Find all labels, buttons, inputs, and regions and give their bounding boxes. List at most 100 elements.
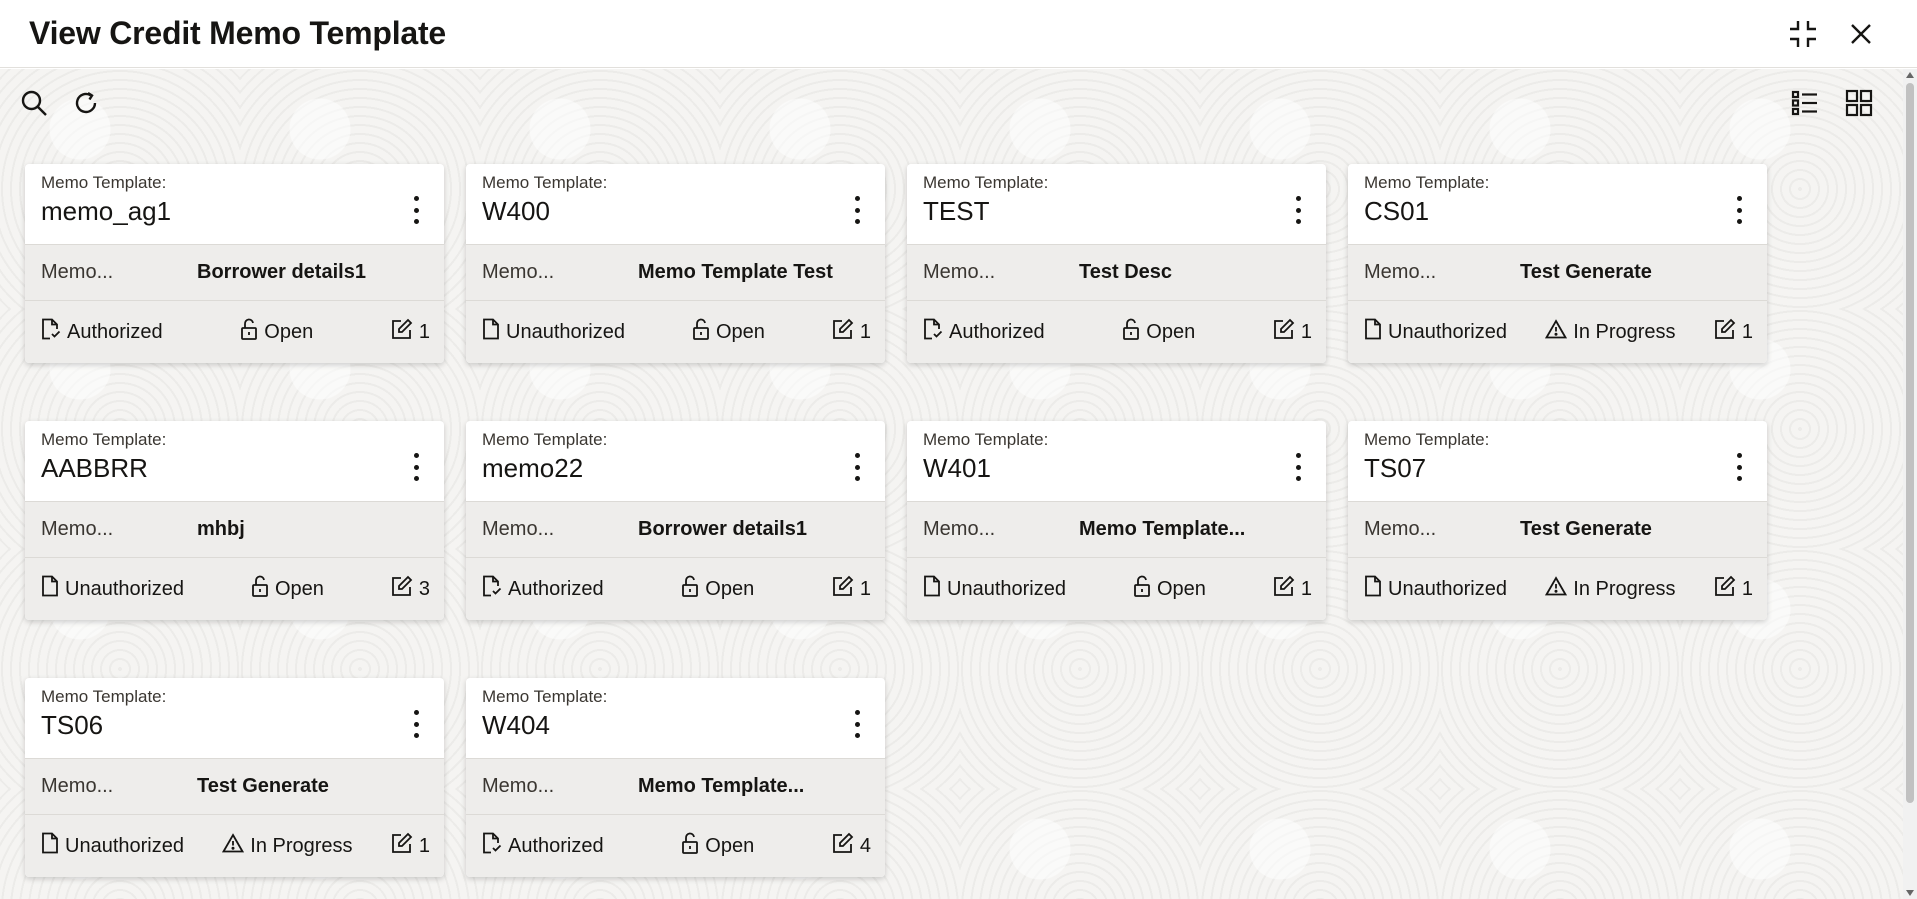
template-card[interactable]: Memo Template: memo22 Memo... Borrower deta… xyxy=(466,421,885,620)
refresh-icon[interactable] xyxy=(66,83,106,123)
template-name: W401 xyxy=(923,453,991,483)
modification-count-value: 1 xyxy=(859,577,871,600)
template-name: TEST xyxy=(923,196,990,226)
card-label: Memo Template: xyxy=(923,430,1049,449)
auth-status-label: Authorized xyxy=(67,320,163,343)
card-header: Memo Template: TS06 xyxy=(25,678,444,758)
scroll-up-arrow-icon[interactable] xyxy=(1906,72,1914,78)
more-options-icon[interactable] xyxy=(845,451,869,483)
more-options-icon[interactable] xyxy=(404,708,428,740)
unlock-icon xyxy=(681,832,699,860)
template-name: CS01 xyxy=(1364,196,1430,226)
record-status: Open xyxy=(692,318,765,346)
card-description-row: Memo... Borrower details1 xyxy=(25,244,444,301)
warning-icon xyxy=(222,833,245,859)
doc-icon xyxy=(41,832,59,860)
more-options-icon[interactable] xyxy=(404,194,428,226)
template-card[interactable]: Memo Template: CS01 Memo... Test Generate Un… xyxy=(1348,164,1767,363)
card-footer: Unauthorized Open 1 xyxy=(466,301,885,363)
template-card-grid: Memo Template: memo_ag1 Memo... Borrower de… xyxy=(25,164,1767,877)
warning-icon xyxy=(1545,576,1568,602)
list-view-icon[interactable] xyxy=(1785,83,1825,123)
template-card[interactable]: Memo Template: AABBRR Memo... mhbj Unauthori… xyxy=(25,421,444,620)
card-footer: Authorized Open 1 xyxy=(466,558,885,620)
card-footer: Authorized Open 1 xyxy=(25,301,444,363)
edit-icon xyxy=(1273,318,1295,346)
record-status: Open xyxy=(681,575,754,603)
auth-status: Authorized xyxy=(482,575,604,603)
more-options-icon[interactable] xyxy=(845,194,869,226)
title-actions xyxy=(1783,14,1881,54)
template-card[interactable]: Memo Template: W404 Memo... Memo Template..… xyxy=(466,678,885,877)
vertical-scrollbar[interactable] xyxy=(1903,69,1917,899)
grid-view-icon[interactable] xyxy=(1839,83,1879,123)
unlock-icon xyxy=(692,318,710,346)
more-options-icon[interactable] xyxy=(1727,451,1751,483)
auth-status-label: Unauthorized xyxy=(65,577,184,600)
description-label: Memo... xyxy=(482,261,555,283)
scroll-down-arrow-icon[interactable] xyxy=(1906,890,1914,896)
more-options-icon[interactable] xyxy=(1727,194,1751,226)
doc-icon xyxy=(923,575,941,603)
card-header: Memo Template: W404 xyxy=(466,678,885,758)
scroll-thumb[interactable] xyxy=(1906,83,1914,803)
description-value: Test Generate xyxy=(197,775,329,797)
card-header: Memo Template: TEST xyxy=(907,164,1326,244)
doc-check-icon xyxy=(923,318,943,346)
record-status-label: In Progress xyxy=(1573,577,1676,600)
content-area: Memo Template: memo_ag1 Memo... Borrower de… xyxy=(0,69,1903,899)
more-options-icon[interactable] xyxy=(1286,451,1310,483)
record-status: In Progress xyxy=(1545,319,1676,345)
modification-count: 1 xyxy=(1273,318,1312,346)
description-label: Memo... xyxy=(41,775,114,797)
modification-count-value: 1 xyxy=(859,320,871,343)
auth-status-label: Unauthorized xyxy=(1388,320,1507,343)
template-name: TS07 xyxy=(1364,453,1427,483)
description-value: Test Generate xyxy=(1520,261,1652,283)
more-options-icon[interactable] xyxy=(404,451,428,483)
card-description-row: Memo... Borrower details1 xyxy=(466,501,885,558)
template-name: AABBRR xyxy=(41,453,148,483)
minimize-icon[interactable] xyxy=(1783,14,1823,54)
card-footer: Unauthorized In Progress 1 xyxy=(25,815,444,877)
unlock-icon xyxy=(1122,318,1140,346)
modification-count: 1 xyxy=(1714,575,1753,603)
card-label: Memo Template: xyxy=(1364,430,1490,449)
template-name: memo_ag1 xyxy=(41,196,172,226)
edit-icon xyxy=(1714,575,1736,603)
auth-status: Unauthorized xyxy=(41,575,184,603)
modification-count: 1 xyxy=(391,832,430,860)
description-label: Memo... xyxy=(1364,261,1437,283)
card-description-row: Memo... mhbj xyxy=(25,501,444,558)
template-card[interactable]: Memo Template: memo_ag1 Memo... Borrower de… xyxy=(25,164,444,363)
template-card[interactable]: Memo Template: TEST Memo... Test Desc Author… xyxy=(907,164,1326,363)
auth-status-label: Unauthorized xyxy=(947,577,1066,600)
close-icon[interactable] xyxy=(1841,14,1881,54)
auth-status: Unauthorized xyxy=(1364,318,1507,346)
record-status-label: In Progress xyxy=(1573,320,1676,343)
edit-icon xyxy=(832,832,854,860)
template-name: W404 xyxy=(482,710,550,740)
card-header: Memo Template: W401 xyxy=(907,421,1326,501)
more-options-icon[interactable] xyxy=(1286,194,1310,226)
template-card[interactable]: Memo Template: W401 Memo... Memo Template..… xyxy=(907,421,1326,620)
credit-memo-window: View Credit Memo Template Memo Template:… xyxy=(0,0,1917,899)
template-card[interactable]: Memo Template: TS06 Memo... Test Generate Un… xyxy=(25,678,444,877)
card-label: Memo Template: xyxy=(482,430,608,449)
description-label: Memo... xyxy=(482,775,555,797)
description-label: Memo... xyxy=(923,518,996,540)
modification-count: 1 xyxy=(832,318,871,346)
description-label: Memo... xyxy=(923,261,996,283)
description-label: Memo... xyxy=(482,518,555,540)
page-title: View Credit Memo Template xyxy=(29,15,447,51)
card-header: Memo Template: W400 xyxy=(466,164,885,244)
card-footer: Unauthorized Open 3 xyxy=(25,558,444,620)
search-icon[interactable] xyxy=(14,83,54,123)
unlock-icon xyxy=(251,575,269,603)
template-card[interactable]: Memo Template: TS07 Memo... Test Generate Un… xyxy=(1348,421,1767,620)
template-card[interactable]: Memo Template: W400 Memo... Memo Template T… xyxy=(466,164,885,363)
record-status: In Progress xyxy=(1545,576,1676,602)
more-options-icon[interactable] xyxy=(845,708,869,740)
warning-icon xyxy=(1545,319,1568,345)
doc-check-icon xyxy=(482,832,502,860)
